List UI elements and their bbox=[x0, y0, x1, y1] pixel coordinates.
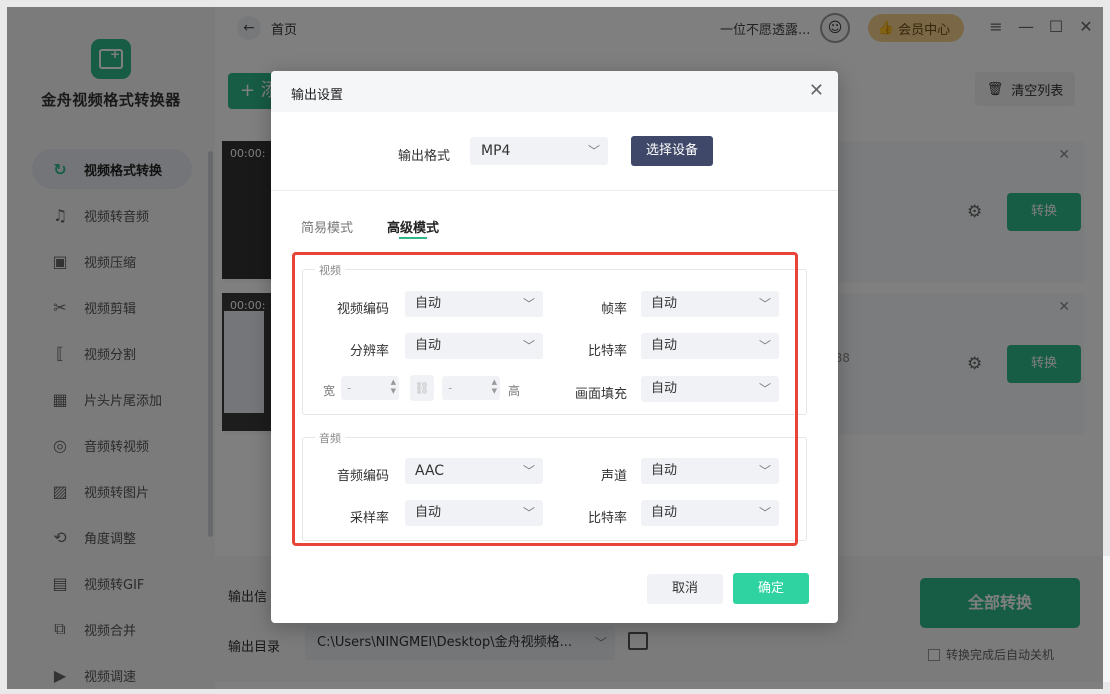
dialog-header: 输出设置 ✕ bbox=[271, 71, 838, 112]
tab-simple-mode[interactable]: 简易模式 bbox=[301, 217, 353, 236]
output-format-label: 输出格式 bbox=[398, 149, 451, 164]
highlight-annotation bbox=[292, 252, 798, 546]
chevron-down-icon: ﹀ bbox=[587, 144, 600, 158]
close-icon[interactable]: ✕ bbox=[809, 80, 824, 101]
output-format-value: MP4 bbox=[481, 143, 511, 159]
divider bbox=[271, 190, 838, 191]
active-tab-indicator bbox=[399, 237, 427, 239]
output-settings-dialog: 输出设置 ✕ 输出格式 MP4 ﹀ 选择设备 简易模式 高级模式 视频 视频编码… bbox=[271, 71, 838, 623]
output-format-select[interactable]: MP4 ﹀ bbox=[470, 137, 608, 165]
cancel-button[interactable]: 取消 bbox=[647, 574, 723, 604]
confirm-button[interactable]: 确定 bbox=[733, 573, 809, 604]
tab-advanced-mode[interactable]: 高级模式 bbox=[387, 217, 439, 236]
select-device-button[interactable]: 选择设备 bbox=[631, 136, 713, 166]
dialog-title: 输出设置 bbox=[291, 88, 344, 103]
